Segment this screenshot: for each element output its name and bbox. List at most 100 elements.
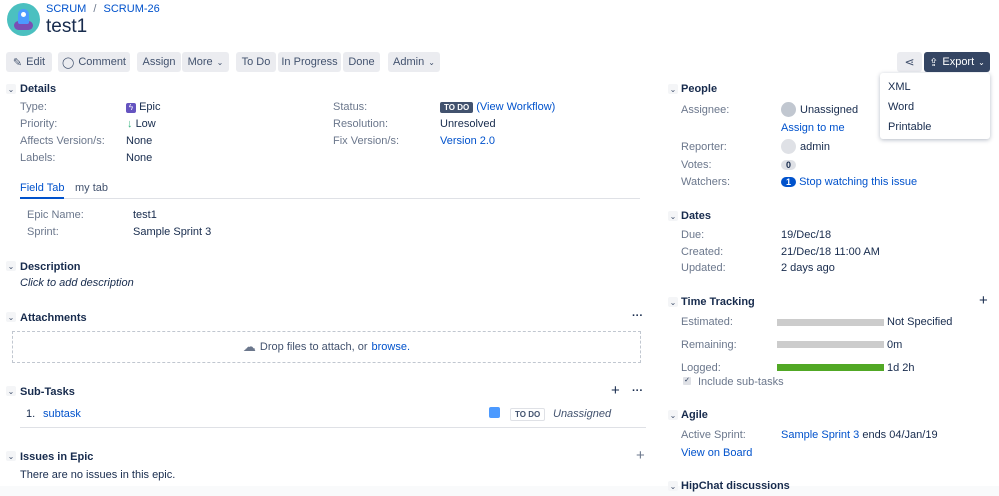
page-title: test1	[46, 16, 88, 37]
export-icon: ⇪	[929, 56, 939, 69]
subtasks-heading: Sub-Tasks	[20, 386, 75, 398]
hipchat-toggle[interactable]: ⌄	[668, 481, 678, 491]
assign-button[interactable]: Assign	[137, 52, 181, 72]
assign-to-me-link[interactable]: Assign to me	[781, 122, 845, 134]
chevron-down-icon: ⌄	[216, 57, 224, 67]
subtask-status: TO DO	[510, 408, 546, 421]
description-heading: Description	[20, 261, 81, 273]
description-field[interactable]: Click to add description	[20, 277, 134, 289]
subtask-assignee: Unassigned	[553, 408, 612, 420]
created-label: Created:	[681, 246, 724, 258]
people-toggle[interactable]: ⌄	[668, 84, 678, 94]
view-on-board-link[interactable]: View on Board	[681, 447, 752, 459]
time-tracking-toggle[interactable]: ⌄	[668, 297, 678, 307]
admin-button[interactable]: Admin ⌄	[388, 52, 440, 72]
reporter-label: Reporter:	[681, 141, 727, 153]
subtask-type-icon	[489, 407, 500, 418]
share-icon: ⋖	[904, 55, 915, 69]
export-menu-item-word[interactable]: Word	[888, 101, 914, 113]
export-menu-item-xml[interactable]: XML	[888, 81, 911, 93]
breadcrumb: SCRUM / SCRUM-26	[46, 3, 160, 15]
in-progress-label: In Progress	[281, 56, 338, 68]
export-menu-item-printable[interactable]: Printable	[888, 121, 931, 133]
description-toggle[interactable]: ⌄	[6, 261, 16, 271]
edit-button[interactable]: ✎ Edit	[6, 52, 52, 72]
to-do-button[interactable]: To Do	[236, 52, 276, 72]
logged-bar-fill	[777, 364, 884, 371]
logged-bar	[777, 364, 884, 371]
comment-label: Comment	[78, 56, 126, 68]
export-label: Export	[942, 56, 975, 68]
subtasks-toggle[interactable]: ⌄	[6, 386, 16, 396]
votes-badge[interactable]: 0	[781, 160, 797, 170]
details-toggle[interactable]: ⌄	[6, 84, 16, 94]
due-label: Due:	[681, 229, 705, 241]
more-actions-icon[interactable]: ···	[632, 310, 643, 322]
watchers-badge[interactable]: 1	[781, 177, 797, 187]
browse-link[interactable]: browse.	[372, 341, 411, 353]
stop-watching-link[interactable]: Stop watching this issue	[799, 176, 917, 188]
issues-in-epic-toggle[interactable]: ⌄	[6, 451, 16, 461]
in-progress-button[interactable]: In Progress	[278, 52, 341, 72]
done-button[interactable]: Done	[343, 52, 380, 72]
resolution-label: Resolution:	[333, 118, 389, 130]
table-row[interactable]: 1. subtask TO DO Unassigned	[20, 402, 646, 428]
tab-my-tab[interactable]: my tab	[75, 182, 108, 194]
people-heading: People	[681, 83, 718, 95]
assignee-value: Unassigned	[781, 102, 858, 117]
avatar	[781, 102, 796, 117]
updated-label: Updated:	[681, 262, 726, 274]
epic-icon: ϟ	[126, 103, 136, 113]
agile-toggle[interactable]: ⌄	[668, 410, 678, 420]
logged-value: 1d 2h	[887, 362, 915, 374]
drop-text: Drop files to attach, or	[259, 341, 368, 353]
share-button[interactable]: ⋖	[897, 52, 922, 72]
attachment-dropzone[interactable]: ☁ Drop files to attach, or browse.	[12, 331, 641, 363]
fix-version-link[interactable]: Version 2.0	[440, 135, 495, 147]
updated-value: 2 days ago	[781, 262, 835, 274]
watchers-label: Watchers:	[681, 176, 731, 188]
breadcrumb-project[interactable]: SCRUM	[46, 3, 86, 15]
remaining-label: Remaining:	[681, 339, 737, 351]
more-actions-icon[interactable]: ···	[632, 385, 643, 397]
epic-name-label: Epic Name:	[27, 209, 84, 221]
project-avatar[interactable]	[7, 3, 40, 36]
remaining-value: 0m	[887, 339, 903, 351]
export-button[interactable]: ⇪ Export ⌄	[924, 52, 990, 72]
breadcrumb-issue-key[interactable]: SCRUM-26	[104, 3, 160, 15]
assign-label: Assign	[142, 56, 176, 68]
sprint-label: Sprint:	[27, 226, 59, 238]
to-do-label: To Do	[241, 56, 271, 68]
time-tracking-heading: Time Tracking	[681, 296, 755, 308]
dates-toggle[interactable]: ⌄	[668, 211, 678, 221]
comment-button[interactable]: ◯ Comment	[58, 52, 130, 72]
more-button[interactable]: More ⌄	[182, 52, 229, 72]
log-work-icon[interactable]: +	[979, 292, 988, 309]
fix-version-label: Fix Version/s:	[333, 135, 400, 147]
subtask-link[interactable]: subtask	[43, 408, 81, 420]
priority-label: Priority:	[20, 118, 58, 130]
logged-label: Logged:	[681, 362, 721, 374]
affects-value: None	[126, 135, 153, 147]
type-label: Type:	[20, 101, 47, 113]
include-subtasks-checkbox[interactable]: ✓	[683, 377, 691, 385]
comment-icon: ◯	[62, 56, 75, 69]
active-sprint-value: Sample Sprint 3 ends 04/Jan/19	[781, 429, 938, 441]
add-subtask-icon[interactable]: +	[611, 382, 620, 399]
view-workflow-link[interactable]: (View Workflow)	[476, 101, 555, 113]
arrow-down-icon: ↓	[127, 118, 133, 130]
attachments-toggle[interactable]: ⌄	[6, 312, 16, 322]
epic-name-value: test1	[133, 209, 157, 221]
tab-field-tab[interactable]: Field Tab	[20, 182, 65, 199]
hipchat-heading: HipChat discussions	[681, 480, 790, 492]
active-sprint-link[interactable]: Sample Sprint 3	[781, 429, 859, 441]
priority-value: ↓ Low	[127, 118, 156, 130]
status-label: Status:	[333, 101, 368, 113]
status-value: TO DO (View Workflow)	[440, 101, 555, 113]
admin-label: Admin	[393, 56, 425, 68]
add-issue-icon[interactable]: +	[636, 447, 645, 464]
tab-bar	[20, 198, 640, 199]
due-value: 19/Dec/18	[781, 229, 832, 241]
chevron-down-icon: ⌄	[978, 57, 985, 67]
include-subtasks-label: Include sub-tasks	[698, 376, 784, 388]
